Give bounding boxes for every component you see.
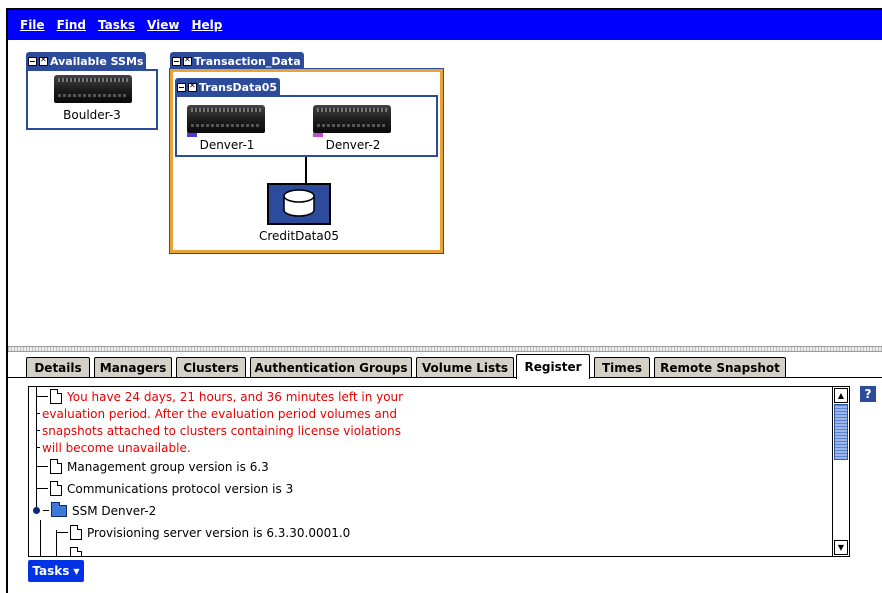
menu-tasks[interactable]: Tasks <box>98 18 135 32</box>
status-indicator <box>187 133 197 137</box>
available-ssms-group[interactable]: Boulder-3 <box>26 69 158 130</box>
list-item[interactable]: evaluation period. After the evaluation … <box>36 405 397 422</box>
tab-clusters[interactable]: Clusters <box>176 357 246 378</box>
scroll-down-icon[interactable]: ▼ <box>834 540 848 555</box>
tab-volume-lists[interactable]: Volume Lists <box>416 357 514 378</box>
list-item[interactable]: Provisioning server version is 6.3.30.00… <box>56 524 350 541</box>
transdata05-header[interactable]: TransData05 <box>175 78 281 95</box>
register-text: Provisioning server version is 6.3.30.00… <box>87 525 351 540</box>
checkbox-icon[interactable] <box>183 55 192 66</box>
device-label-denver-1: Denver-1 <box>199 138 255 152</box>
menu-view[interactable]: View <box>147 18 179 32</box>
menu-find[interactable]: Find <box>57 18 86 32</box>
tasks-button[interactable]: Tasks ▼ <box>28 560 84 582</box>
tab-bar: Details Managers Clusters Authentication… <box>8 352 882 380</box>
device-label-boulder-3: Boulder-3 <box>63 108 121 122</box>
group-title: Available SSMs <box>50 54 144 68</box>
tab-times[interactable]: Times <box>594 357 650 378</box>
collapse-icon[interactable] <box>177 82 186 92</box>
list-item[interactable]: snapshots attached to clusters containin… <box>36 422 401 439</box>
device-label-denver-2: Denver-2 <box>325 138 381 152</box>
collapse-icon[interactable] <box>28 56 37 66</box>
connector-line <box>305 157 307 183</box>
checkbox-icon[interactable] <box>188 81 197 92</box>
register-text: Communications protocol version is 3 <box>67 481 294 496</box>
help-icon[interactable]: ? <box>860 386 876 402</box>
tab-authentication-groups[interactable]: Authentication Groups <box>250 357 412 378</box>
document-icon <box>70 525 82 540</box>
list-item[interactable]: Management group version is 6.3 <box>36 458 269 475</box>
dropdown-arrow-icon: ▼ <box>73 566 80 576</box>
topology-canvas: Available SSMs Boulder-3 Transaction_Dat… <box>8 40 882 346</box>
tasks-button-label: Tasks <box>32 564 70 578</box>
menu-file[interactable]: File <box>20 18 45 32</box>
tab-managers[interactable]: Managers <box>94 357 172 378</box>
document-icon <box>50 481 62 496</box>
app-window: File Find Tasks View Help Available SSMs… <box>6 8 882 593</box>
transdata05-cluster[interactable]: Denver-1 Denver-2 <box>175 95 438 157</box>
volume-label-creditdata05: CreditData05 <box>258 229 339 243</box>
warning-text: will become unavailable. <box>42 440 191 455</box>
cluster-title: TransData05 <box>199 80 278 94</box>
tab-remote-snapshot[interactable]: Remote Snapshot <box>654 357 786 378</box>
tab-register[interactable]: Register <box>516 354 590 379</box>
list-item[interactable] <box>70 546 87 556</box>
document-icon <box>50 459 62 474</box>
list-item[interactable]: will become unavailable. <box>36 439 191 456</box>
list-item[interactable]: Communications protocol version is 3 <box>36 480 293 497</box>
document-icon <box>50 389 62 404</box>
database-icon <box>283 189 315 217</box>
scroll-up-icon[interactable]: ▲ <box>834 388 848 403</box>
expand-toggle-icon[interactable] <box>33 507 40 514</box>
collapse-icon[interactable] <box>172 56 181 66</box>
scroll-thumb[interactable] <box>834 404 848 460</box>
register-tree-panel[interactable]: You have 24 days, 21 hours, and 36 minut… <box>28 386 850 557</box>
warning-text: evaluation period. After the evaluation … <box>42 406 397 421</box>
status-indicator <box>313 133 323 137</box>
folder-icon <box>51 501 67 517</box>
volume-icon[interactable] <box>267 183 331 225</box>
storage-module-icon[interactable] <box>54 75 132 103</box>
document-icon <box>70 547 82 556</box>
checkbox-icon[interactable] <box>39 55 48 66</box>
warning-text: snapshots attached to clusters containin… <box>42 423 401 438</box>
tab-details[interactable]: Details <box>26 357 90 378</box>
menu-bar: File Find Tasks View Help <box>8 10 882 40</box>
menu-help[interactable]: Help <box>191 18 222 32</box>
available-ssms-header[interactable]: Available SSMs <box>26 52 147 69</box>
transaction-data-header[interactable]: Transaction_Data <box>170 52 304 69</box>
tab-divider <box>8 377 882 378</box>
tree-line <box>40 520 41 556</box>
warning-text: You have 24 days, 21 hours, and 36 minut… <box>67 389 404 404</box>
register-text: Management group version is 6.3 <box>67 459 269 474</box>
storage-module-icon[interactable] <box>187 105 265 133</box>
storage-module-icon[interactable] <box>313 105 391 133</box>
node-label: SSM Denver-2 <box>72 503 157 518</box>
list-item[interactable]: You have 24 days, 21 hours, and 36 minut… <box>36 388 403 405</box>
tree-node-ssm-denver-2[interactable]: SSM Denver-2 <box>33 501 157 519</box>
vertical-scrollbar[interactable]: ▲ ▼ <box>832 387 849 556</box>
group-title: Transaction_Data <box>194 54 301 68</box>
